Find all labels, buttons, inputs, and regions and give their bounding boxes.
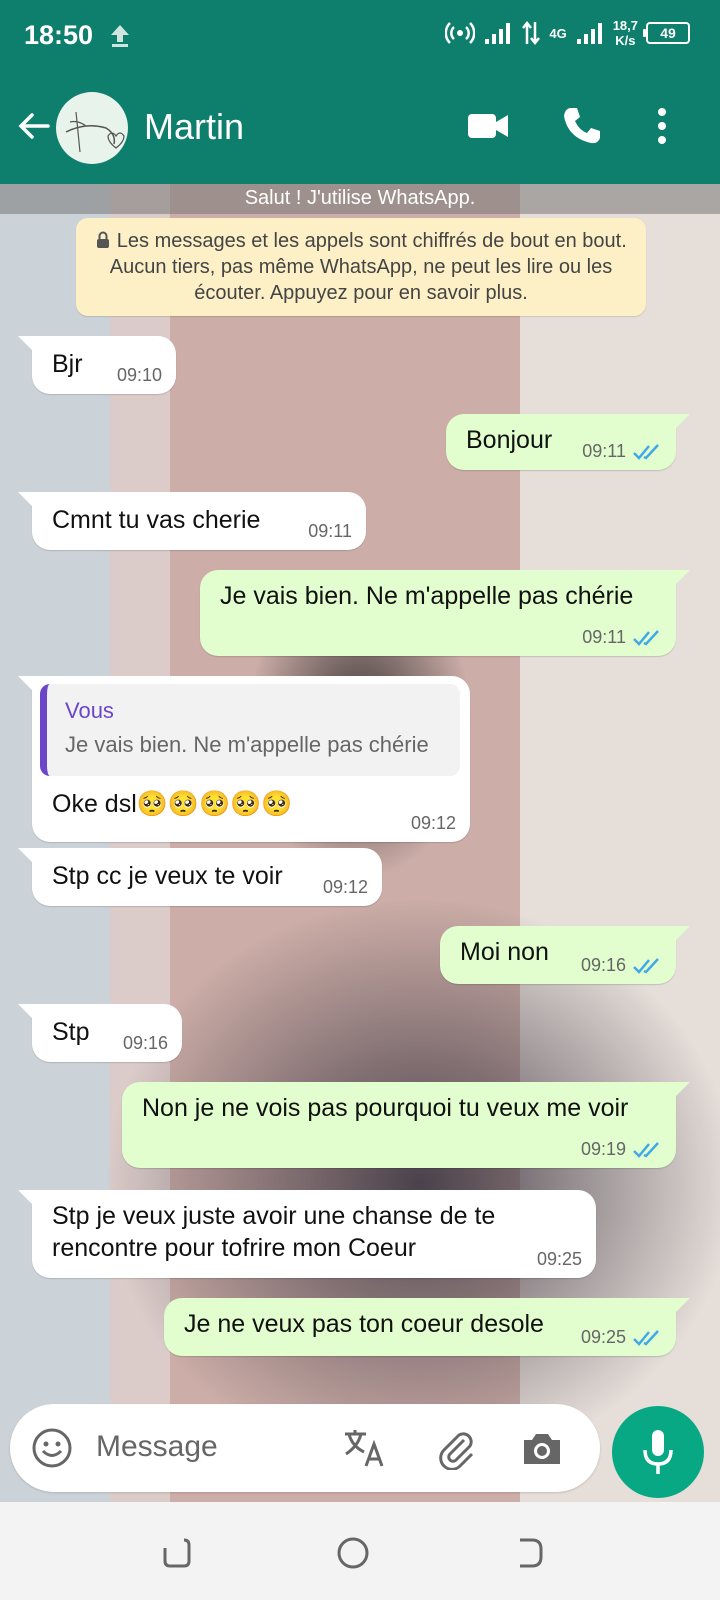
message-text-line-1: Stp je veux juste avoir une chanse de te: [52, 1202, 496, 1230]
home-icon[interactable]: [336, 1536, 370, 1570]
message-time: 09:11: [582, 627, 662, 648]
message-time: 09:25: [536, 1249, 582, 1269]
read-receipt-icon: [633, 1329, 659, 1346]
data-transfer-icon: [522, 20, 541, 46]
network-speed: 18,7 K/s: [612, 18, 638, 48]
upload-icon: [111, 25, 129, 47]
system-nav-bar: [0, 1502, 720, 1600]
message-time: 09:25: [581, 1327, 662, 1348]
message-composer[interactable]: Message: [10, 1404, 600, 1492]
read-receipt-icon: [633, 443, 659, 460]
network-type: 4G: [549, 25, 567, 41]
message-time: 09:12: [322, 877, 368, 897]
message-time: 09:10: [116, 365, 162, 385]
message-incoming[interactable]: Stp 09:16: [18, 1004, 182, 1062]
message-text: Cmnt tu vas cherie: [52, 506, 261, 534]
message-outgoing[interactable]: Bonjour 09:11: [446, 414, 690, 470]
lock-icon: [97, 231, 110, 248]
avatar-drawing-icon: [65, 111, 125, 153]
read-receipt-icon: [633, 1141, 659, 1158]
message-text: Bonjour: [466, 426, 553, 454]
read-receipt-icon: [633, 957, 659, 974]
message-outgoing[interactable]: Je ne veux pas ton coeur desole 09:25: [164, 1298, 690, 1356]
message-text: Bjr: [52, 350, 83, 378]
phone-icon[interactable]: [560, 104, 604, 148]
battery-indicator: 49: [643, 22, 690, 44]
signal-icon-2: [576, 23, 602, 44]
read-receipt-icon: [633, 629, 659, 646]
chat-header: Martin: [0, 74, 720, 184]
back-arrow-icon[interactable]: [16, 108, 52, 144]
translate-icon[interactable]: [342, 1426, 386, 1470]
message-outgoing[interactable]: Je vais bien. Ne m'appelle pas chérie 09…: [200, 570, 690, 656]
contact-name[interactable]: Martin: [144, 106, 244, 148]
hotspot-icon: [445, 22, 476, 44]
signal-icon: [485, 23, 511, 44]
contact-about-banner: Salut ! J'utilise WhatsApp.: [0, 184, 720, 214]
message-outgoing[interactable]: Moi non 09:16: [440, 926, 690, 984]
quoted-author: Vous: [65, 698, 114, 723]
video-call-icon[interactable]: [466, 104, 510, 148]
recent-apps-icon[interactable]: [160, 1536, 194, 1570]
message-outgoing[interactable]: Non je ne vois pas pourquoi tu veux me v…: [122, 1082, 690, 1168]
encryption-notice[interactable]: Les messages et les appels sont chiffrés…: [76, 218, 646, 316]
message-text-line-2: rencontre pour tofrire mon Coeur: [52, 1234, 417, 1262]
message-text: Oke dsl🥺🥺🥺🥺🥺: [52, 790, 293, 818]
chat-area[interactable]: Salut ! J'utilise WhatsApp. Les messages…: [0, 184, 720, 1502]
voice-message-button[interactable]: [612, 1406, 704, 1498]
mic-icon: [643, 1430, 673, 1474]
message-time: 09:11: [308, 521, 352, 541]
message-incoming-reply[interactable]: Vous Je vais bien. Ne m'appelle pas chér…: [18, 676, 470, 842]
message-time: 09:19: [581, 1139, 662, 1160]
top-bar: 18:50 4G 18,7 K/s 49 Martin: [0, 0, 720, 184]
message-incoming[interactable]: Cmnt tu vas cherie 09:11: [18, 492, 366, 550]
message-time: 09:16: [581, 955, 662, 976]
status-right: 4G 18,7 K/s 49: [445, 18, 690, 48]
camera-icon[interactable]: [520, 1426, 564, 1470]
message-time: 09:16: [122, 1033, 168, 1053]
quoted-text: Je vais bien. Ne m'appelle pas chérie: [65, 732, 429, 757]
more-vert-icon[interactable]: [640, 104, 684, 148]
message-text: Stp cc je veux te voir: [52, 862, 283, 890]
quoted-message[interactable]: Vous Je vais bien. Ne m'appelle pas chér…: [40, 684, 460, 776]
message-text: Moi non: [460, 938, 549, 966]
status-time: 18:50: [24, 20, 94, 50]
encryption-notice-text: Les messages et les appels sont chiffrés…: [109, 230, 627, 304]
attach-icon[interactable]: [434, 1426, 478, 1470]
message-text: Stp: [52, 1018, 90, 1046]
avatar[interactable]: [56, 92, 128, 164]
message-input[interactable]: Message: [96, 1430, 218, 1464]
status-bar: 18:50 4G 18,7 K/s 49: [0, 0, 720, 74]
message-incoming[interactable]: Stp je veux juste avoir une chanse de te…: [18, 1190, 596, 1278]
message-text: Je vais bien. Ne m'appelle pas chérie: [220, 582, 634, 610]
message-text: Non je ne vois pas pourquoi tu veux me v…: [142, 1094, 629, 1122]
emoji-icon[interactable]: [30, 1426, 74, 1470]
back-nav-icon[interactable]: [512, 1536, 546, 1570]
message-incoming[interactable]: Stp cc je veux te voir 09:12: [18, 848, 382, 906]
message-incoming[interactable]: Bjr 09:10: [18, 336, 176, 394]
message-time: 09:11: [582, 441, 662, 462]
message-text: Je ne veux pas ton coeur desole: [184, 1310, 544, 1338]
message-time: 09:12: [410, 813, 456, 833]
bottom-bar: Message: [0, 1404, 720, 1600]
